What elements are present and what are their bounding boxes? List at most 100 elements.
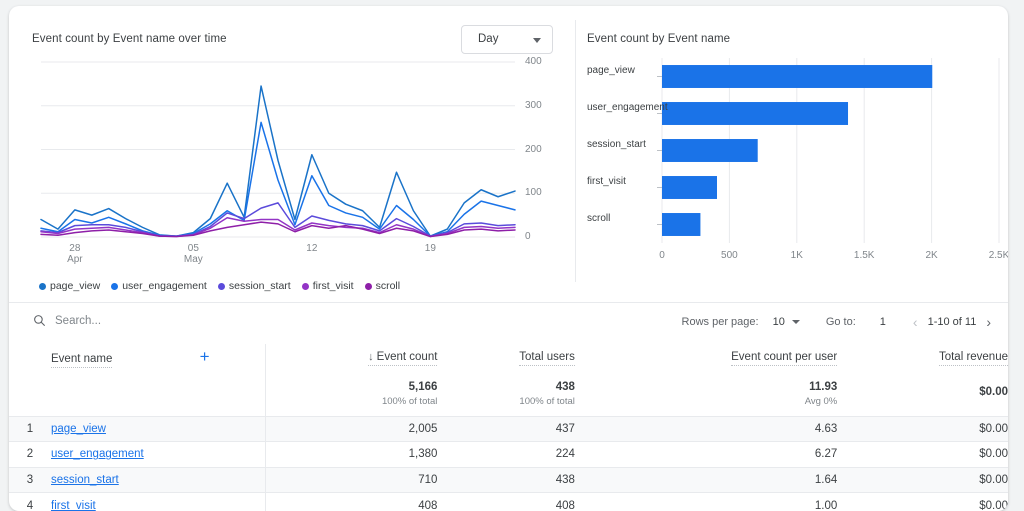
line-chart-y-tick: 0: [525, 231, 565, 242]
row-total-revenue: $0.00: [837, 416, 1008, 442]
bar-chart-title: Event count by Event name: [587, 33, 730, 45]
row-event-name: first_visit: [51, 493, 265, 511]
legend-color-dot: [111, 283, 118, 290]
table-row[interactable]: 4first_visit4084081.00$0.00: [9, 493, 1008, 511]
index-column-header: [9, 344, 51, 372]
legend-item-scroll[interactable]: scroll: [365, 280, 401, 292]
event-name-link[interactable]: page_view: [51, 423, 106, 435]
column-header-label: ↓Event count: [368, 351, 437, 366]
search-icon: [33, 314, 46, 327]
bar-chart-x-tick: 2K: [912, 250, 952, 261]
column-header-label: Event count per user: [731, 351, 837, 366]
pagination-controls: Rows per page: 10 Go to: 1 ‹ 1-10 of 11 …: [682, 315, 991, 329]
line-chart-x-tick: 05May: [163, 243, 223, 265]
period-select-value: Day: [478, 33, 498, 45]
table-row[interactable]: 3session_start7104381.64$0.00: [9, 467, 1008, 493]
search-input[interactable]: Search...: [33, 314, 101, 327]
table-row[interactable]: 2user_engagement1,3802246.27$0.00: [9, 442, 1008, 468]
column-header-event-count-per-user[interactable]: Event count per user: [575, 344, 837, 372]
event-name-link[interactable]: user_engagement: [51, 448, 144, 460]
bar-chart-x-tick: 2.5K: [979, 250, 1008, 261]
column-header-total-revenue[interactable]: Total revenue: [837, 344, 1008, 372]
legend-label: user_engagement: [122, 280, 207, 292]
legend-color-dot: [39, 283, 46, 290]
total-total-revenue: $0.00: [837, 372, 1008, 416]
charts-region: Event count by Event name over time Day …: [9, 6, 1008, 296]
row-event-count: 1,380: [265, 442, 437, 468]
legend-item-first-visit[interactable]: first_visit: [302, 280, 354, 292]
legend-label: scroll: [376, 280, 401, 292]
row-total-users: 408: [437, 493, 574, 511]
table-row[interactable]: 1page_view2,0054374.63$0.00: [9, 416, 1008, 442]
goto-page-input[interactable]: 1: [880, 316, 886, 328]
line-chart-y-tick: 400: [525, 56, 565, 67]
pagination-range: 1-10 of 11: [928, 316, 977, 328]
rows-per-page-value[interactable]: 10: [773, 316, 785, 328]
total-event-count-per-user: 11.93 Avg 0%: [575, 372, 837, 416]
bar-chart-category-label: page_view: [587, 65, 655, 77]
chevron-left-icon[interactable]: ‹: [913, 315, 918, 329]
row-event-count-per-user: 1.00: [575, 493, 837, 511]
legend-color-dot: [365, 283, 372, 290]
plus-icon[interactable]: +: [200, 348, 210, 365]
chevron-down-icon: [533, 38, 541, 43]
row-index: 3: [9, 467, 51, 493]
line-chart-y-tick: 100: [525, 187, 565, 198]
line-chart[interactable]: 0100200300400 28Apr05May1219: [27, 54, 557, 269]
line-chart-x-tick: 28Apr: [45, 243, 105, 265]
legend-item-page-view[interactable]: page_view: [39, 280, 100, 292]
table-header-row: Event name + ↓Event count Total users Ev…: [9, 344, 1008, 372]
arrow-down-icon: ↓: [368, 351, 374, 363]
row-event-count: 710: [265, 467, 437, 493]
bar-chart-category-label: session_start: [587, 139, 655, 151]
bar-chart-x-tick: 0: [642, 250, 682, 261]
column-header-event-count[interactable]: ↓Event count: [265, 344, 437, 372]
legend-color-dot: [218, 283, 225, 290]
chevron-right-icon[interactable]: ›: [986, 315, 991, 329]
line-chart-y-tick: 200: [525, 144, 565, 155]
event-name-link[interactable]: session_start: [51, 474, 119, 486]
line-chart-x-tick: 19: [400, 243, 460, 254]
rows-per-page-label: Rows per page:: [682, 316, 759, 328]
row-event-count: 408: [265, 493, 437, 511]
row-total-revenue: $0.00: [837, 467, 1008, 493]
total-total-users: 438 100% of total: [437, 372, 574, 416]
line-chart-title: Event count by Event name over time: [32, 33, 227, 45]
column-header-label: Event name: [51, 353, 112, 368]
row-event-count-per-user: 1.64: [575, 467, 837, 493]
table-toolbar: Search... Rows per page: 10 Go to: 1 ‹ 1…: [9, 302, 1008, 344]
row-total-revenue: $0.00: [837, 442, 1008, 468]
row-event-count-per-user: 4.63: [575, 416, 837, 442]
events-table: Event name + ↓Event count Total users Ev…: [9, 344, 1008, 511]
line-chart-svg: [27, 54, 557, 269]
column-header-event-name[interactable]: Event name +: [51, 344, 265, 372]
bar-chart-category-label: scroll: [587, 213, 655, 225]
legend-color-dot: [302, 283, 309, 290]
column-header-label: Total users: [519, 351, 575, 366]
legend-item-user-engagement[interactable]: user_engagement: [111, 280, 207, 292]
legend-item-session-start[interactable]: session_start: [218, 280, 291, 292]
line-chart-y-tick: 300: [525, 100, 565, 111]
bar-chart-x-tick: 1.5K: [844, 250, 884, 261]
column-header-total-users[interactable]: Total users: [437, 344, 574, 372]
legend-label: page_view: [50, 280, 100, 292]
search-placeholder: Search...: [55, 315, 101, 327]
row-event-name: page_view: [51, 416, 265, 442]
panel-divider: [575, 20, 576, 282]
row-event-count-per-user: 6.27: [575, 442, 837, 468]
row-event-name: session_start: [51, 467, 265, 493]
row-event-name: user_engagement: [51, 442, 265, 468]
chevron-down-icon[interactable]: [792, 320, 800, 324]
report-card: Event count by Event name over time Day …: [9, 6, 1008, 511]
legend-label: first_visit: [313, 280, 354, 292]
event-name-link[interactable]: first_visit: [51, 500, 96, 511]
row-index: 1: [9, 416, 51, 442]
row-event-count: 2,005: [265, 416, 437, 442]
row-index: 2: [9, 442, 51, 468]
period-select[interactable]: Day: [461, 25, 553, 54]
bar-chart[interactable]: page_viewuser_engagementsession_startfir…: [587, 54, 1007, 269]
total-event-count: 5,166 100% of total: [265, 372, 437, 416]
row-index: 4: [9, 493, 51, 511]
chart-legend: page_view user_engagement session_start fir…: [39, 280, 400, 292]
bar-chart-svg: [587, 54, 1007, 269]
